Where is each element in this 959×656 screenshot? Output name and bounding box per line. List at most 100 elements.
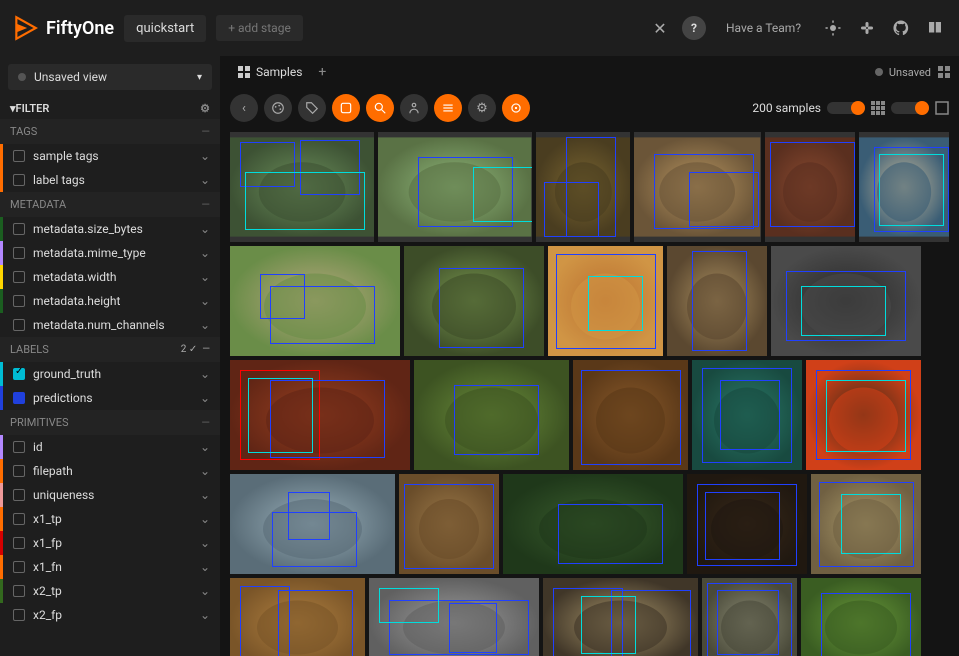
sample-thumbnail[interactable] xyxy=(503,474,683,574)
filter-item[interactable]: id⌄ xyxy=(0,435,220,459)
checkbox[interactable] xyxy=(13,392,25,404)
section-header[interactable]: PRIMITIVES— xyxy=(0,410,220,435)
tab-samples[interactable]: Samples xyxy=(228,59,312,85)
sample-thumbnail[interactable] xyxy=(369,578,539,656)
detection-box xyxy=(689,172,759,227)
search-button[interactable] xyxy=(366,94,394,122)
sample-thumbnail[interactable] xyxy=(811,474,921,574)
filter-item[interactable]: metadata.size_bytes⌄ xyxy=(0,217,220,241)
sample-thumbnail[interactable] xyxy=(806,360,921,470)
sample-thumbnail[interactable] xyxy=(702,578,797,656)
checkbox[interactable] xyxy=(13,295,25,307)
checkbox[interactable] xyxy=(13,441,25,453)
sample-thumbnail[interactable] xyxy=(536,132,631,242)
filter-item[interactable]: label tags⌄ xyxy=(0,168,220,192)
filter-item[interactable]: uniqueness⌄ xyxy=(0,483,220,507)
checkbox[interactable] xyxy=(13,150,25,162)
checkbox[interactable] xyxy=(13,247,25,259)
gear-icon[interactable]: ⚙ xyxy=(200,102,210,115)
filter-item[interactable]: ground_truth⌄ xyxy=(0,362,220,386)
expand-icon[interactable] xyxy=(935,101,949,115)
logo[interactable]: FiftyOne xyxy=(12,15,114,41)
sample-thumbnail[interactable] xyxy=(548,246,663,356)
chevron-down-icon: ⌄ xyxy=(200,222,210,236)
bookmark-icon[interactable] xyxy=(937,65,951,79)
ai-button[interactable] xyxy=(502,94,530,122)
filter-item[interactable]: predictions⌄ xyxy=(0,386,220,410)
patches-button[interactable] xyxy=(332,94,360,122)
add-stage-button[interactable]: + add stage xyxy=(216,15,303,41)
dataset-selector[interactable]: quickstart xyxy=(124,15,206,42)
filter-item[interactable]: metadata.width⌄ xyxy=(0,265,220,289)
checkbox[interactable] xyxy=(13,174,25,186)
sample-thumbnail[interactable] xyxy=(404,246,544,356)
sample-thumbnail[interactable] xyxy=(399,474,499,574)
checkbox[interactable] xyxy=(13,223,25,235)
sample-thumbnail[interactable] xyxy=(230,360,410,470)
sample-thumbnail[interactable] xyxy=(692,360,802,470)
list-button[interactable] xyxy=(434,94,462,122)
brightness-icon[interactable] xyxy=(824,19,842,37)
sample-thumbnail[interactable] xyxy=(771,246,921,356)
github-icon[interactable] xyxy=(892,19,910,37)
chevron-down-icon: ⌄ xyxy=(200,512,210,526)
section-header[interactable]: LABELS2 ✓ — xyxy=(0,337,220,362)
palette-button[interactable] xyxy=(264,94,292,122)
section-header[interactable]: METADATA— xyxy=(0,192,220,217)
add-tab-icon[interactable]: + xyxy=(318,64,326,80)
sample-thumbnail[interactable] xyxy=(414,360,569,470)
detection-box xyxy=(720,380,780,450)
back-button[interactable]: ‹ xyxy=(230,94,258,122)
close-icon[interactable]: ✕ xyxy=(648,16,672,40)
checkbox[interactable] xyxy=(13,585,25,597)
slack-icon[interactable] xyxy=(858,19,876,37)
sample-thumbnail[interactable] xyxy=(230,578,365,656)
sample-thumbnail[interactable] xyxy=(801,578,921,656)
sample-thumbnail[interactable] xyxy=(230,474,395,574)
sample-thumbnail[interactable] xyxy=(230,246,400,356)
checkbox[interactable] xyxy=(13,513,25,525)
sample-thumbnail[interactable] xyxy=(230,132,374,242)
checkbox[interactable] xyxy=(13,489,25,501)
sample-thumbnail[interactable] xyxy=(859,132,949,242)
sample-thumbnail[interactable] xyxy=(765,132,855,242)
section-header[interactable]: TAGS— xyxy=(0,119,220,144)
detection-box xyxy=(454,385,539,455)
checkbox[interactable] xyxy=(13,609,25,621)
filter-item[interactable]: x1_fp⌄ xyxy=(0,531,220,555)
checkbox[interactable] xyxy=(13,319,25,331)
zoom-slider[interactable] xyxy=(891,102,929,114)
filter-item[interactable]: metadata.mime_type⌄ xyxy=(0,241,220,265)
quality-slider[interactable] xyxy=(827,102,865,114)
team-link[interactable]: Have a Team? xyxy=(726,21,801,35)
filter-item[interactable]: x2_fp⌄ xyxy=(0,603,220,627)
sample-thumbnail[interactable] xyxy=(573,360,688,470)
help-icon[interactable]: ? xyxy=(682,16,706,40)
filter-item[interactable]: metadata.num_channels⌄ xyxy=(0,313,220,337)
sample-thumbnail[interactable] xyxy=(687,474,807,574)
person-button[interactable] xyxy=(400,94,428,122)
filter-item[interactable]: x1_fn⌄ xyxy=(0,555,220,579)
filter-item[interactable]: filepath⌄ xyxy=(0,459,220,483)
checkbox[interactable] xyxy=(13,561,25,573)
settings-button[interactable]: ⚙ xyxy=(468,94,496,122)
tag-button[interactable] xyxy=(298,94,326,122)
sample-thumbnail[interactable] xyxy=(543,578,698,656)
docs-icon[interactable] xyxy=(926,19,944,37)
grid-size-icon[interactable] xyxy=(871,101,885,115)
checkbox[interactable] xyxy=(13,271,25,283)
filter-item[interactable]: sample tags⌄ xyxy=(0,144,220,168)
filter-label: filepath xyxy=(33,464,73,478)
checkbox[interactable] xyxy=(13,368,25,380)
chevron-down-icon: ⌄ xyxy=(200,440,210,454)
detection-box xyxy=(449,603,497,653)
view-dropdown[interactable]: Unsaved view ▾ xyxy=(8,64,212,90)
sample-thumbnail[interactable] xyxy=(667,246,767,356)
sample-thumbnail[interactable] xyxy=(634,132,760,242)
filter-item[interactable]: x2_tp⌄ xyxy=(0,579,220,603)
filter-item[interactable]: metadata.height⌄ xyxy=(0,289,220,313)
checkbox[interactable] xyxy=(13,465,25,477)
sample-thumbnail[interactable] xyxy=(378,132,531,242)
checkbox[interactable] xyxy=(13,537,25,549)
filter-item[interactable]: x1_tp⌄ xyxy=(0,507,220,531)
